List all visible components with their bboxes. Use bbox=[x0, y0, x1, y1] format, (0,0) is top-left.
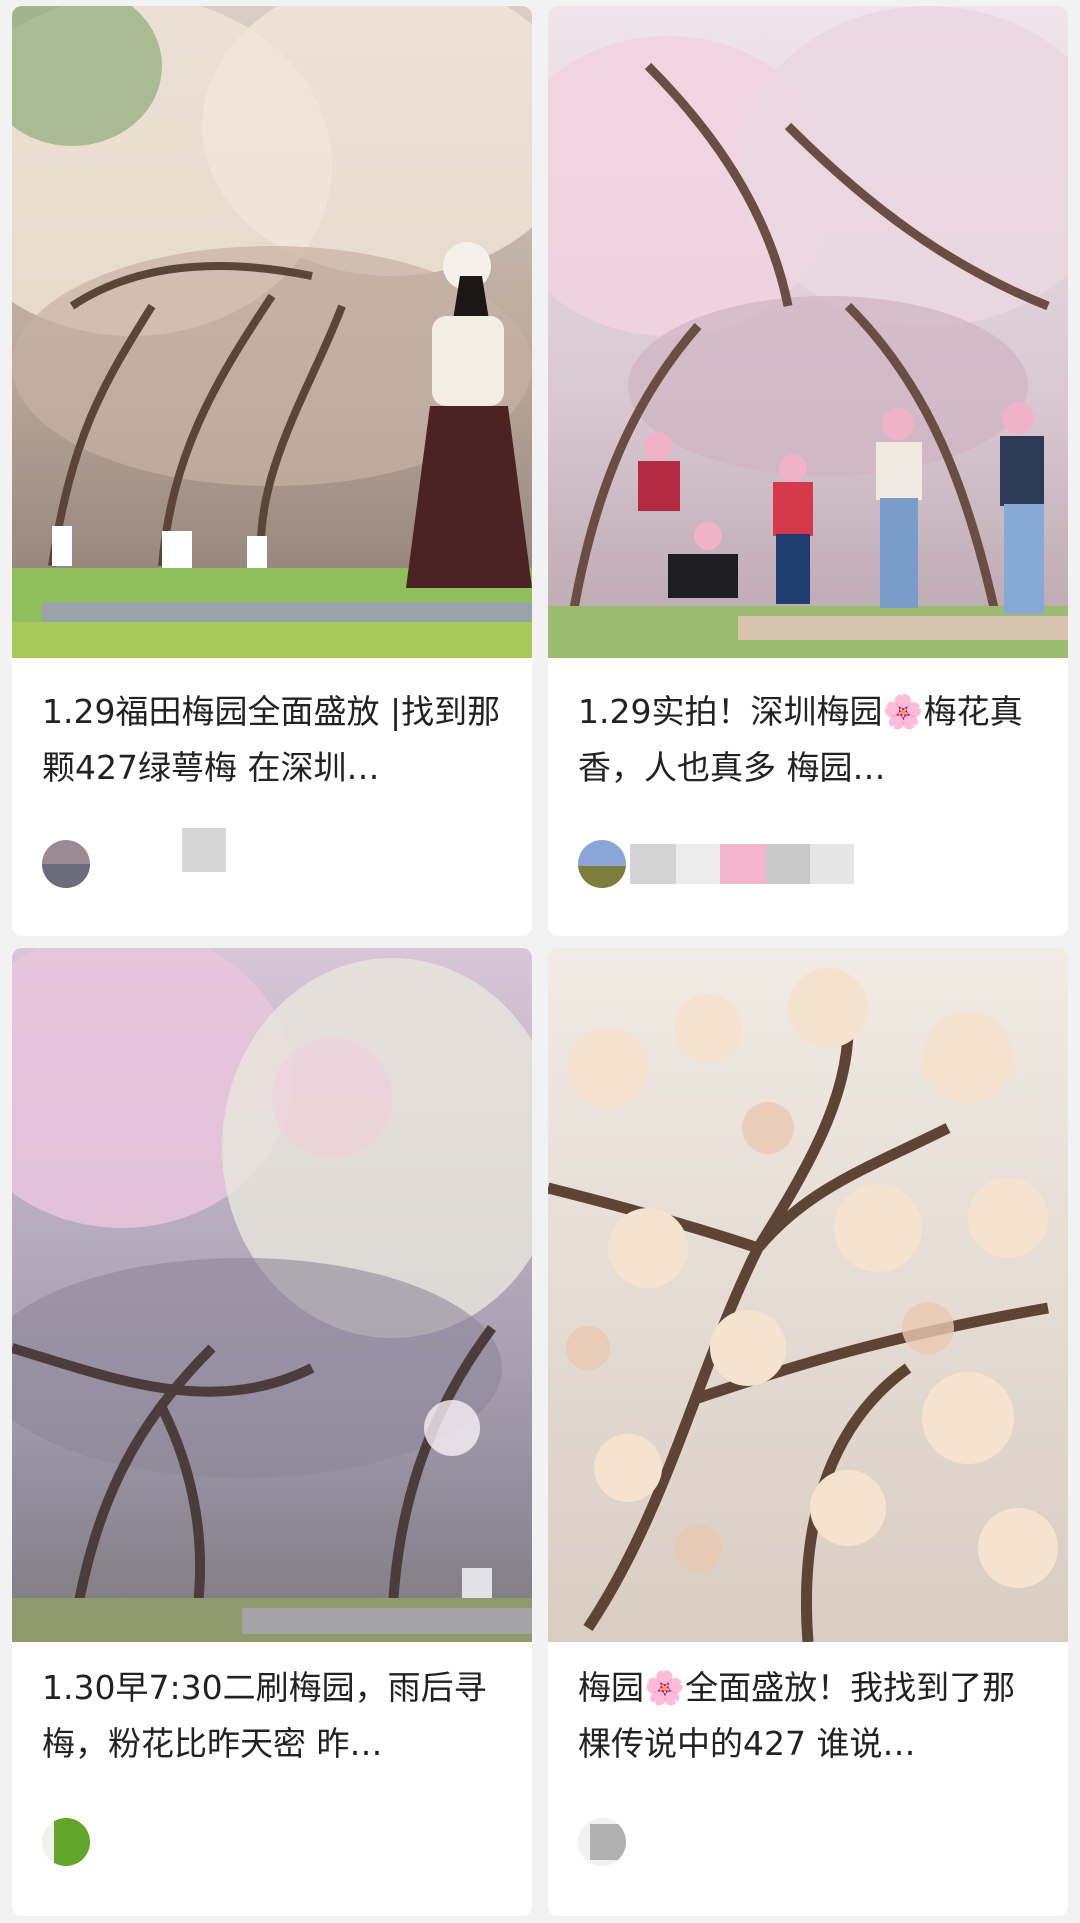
post-image[interactable] bbox=[548, 6, 1068, 658]
feed-card-1[interactable]: 1.29福田梅园全面盛放 |找到那颗427绿萼梅 在深圳… bbox=[12, 6, 532, 936]
post-title-text: 梅园🌸全面盛放！我找到了那棵传说中的427 谁说… bbox=[578, 1668, 1016, 1763]
post-title-text: 1.29实拍！深圳梅园🌸梅花真香，人也真多 梅园… bbox=[578, 692, 1023, 787]
author-row[interactable] bbox=[42, 828, 226, 894]
author-row[interactable] bbox=[578, 834, 854, 894]
author-name-blurred bbox=[630, 844, 854, 884]
author-avatar[interactable] bbox=[42, 1818, 90, 1866]
post-image[interactable] bbox=[12, 948, 532, 1642]
post-image[interactable] bbox=[12, 6, 532, 658]
post-title[interactable]: 1.29实拍！深圳梅园🌸梅花真香，人也真多 梅园… bbox=[578, 684, 1046, 796]
author-avatar[interactable] bbox=[578, 1818, 626, 1866]
author-avatar[interactable] bbox=[578, 840, 626, 888]
author-row[interactable] bbox=[578, 1812, 626, 1872]
feed-card-2[interactable]: 1.29实拍！深圳梅园🌸梅花真香，人也真多 梅园… bbox=[548, 6, 1068, 936]
author-name-blurred bbox=[182, 828, 226, 872]
post-title[interactable]: 1.29福田梅园全面盛放 |找到那颗427绿萼梅 在深圳… bbox=[42, 684, 510, 796]
post-title[interactable]: 1.30早7:30二刷梅园，雨后寻梅，粉花比昨天密 昨… bbox=[42, 1660, 510, 1772]
author-row[interactable] bbox=[42, 1812, 90, 1872]
post-title[interactable]: 梅园🌸全面盛放！我找到了那棵传说中的427 谁说… bbox=[578, 1660, 1046, 1772]
post-title-text: 1.30早7:30二刷梅园，雨后寻梅，粉花比昨天密 昨… bbox=[42, 1668, 487, 1763]
feed-card-4[interactable]: 梅园🌸全面盛放！我找到了那棵传说中的427 谁说… bbox=[548, 948, 1068, 1916]
author-avatar[interactable] bbox=[42, 840, 90, 888]
post-image[interactable] bbox=[548, 948, 1068, 1642]
feed-card-3[interactable]: 1.30早7:30二刷梅园，雨后寻梅，粉花比昨天密 昨… bbox=[12, 948, 532, 1916]
